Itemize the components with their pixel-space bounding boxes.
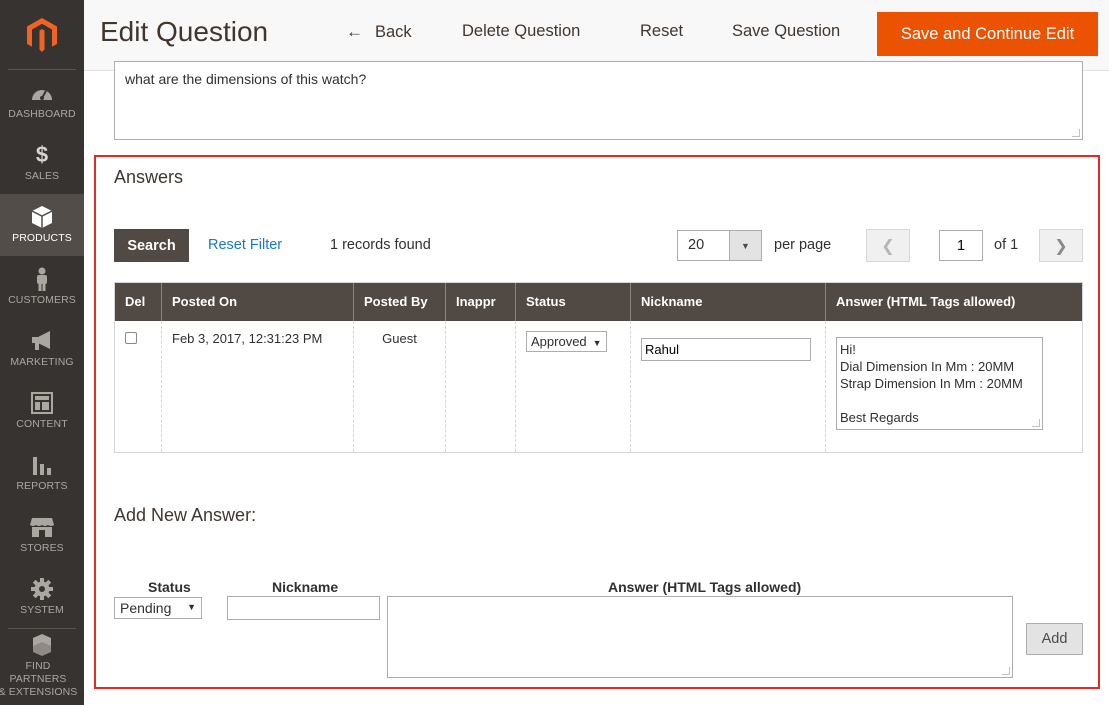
save-question-button[interactable]: Save Question — [732, 22, 840, 41]
new-status-value: Pending — [120, 600, 172, 616]
column-header-answer[interactable]: Answer (HTML Tags allowed) — [826, 283, 1082, 321]
cell-posted-on: Feb 3, 2017, 12:31:23 PM — [162, 321, 354, 452]
nickname-input[interactable] — [641, 338, 811, 361]
sidebar-item-label: MARKETING — [10, 355, 74, 368]
new-answer-textarea[interactable] — [387, 596, 1013, 678]
column-header-posted-by[interactable]: Posted By — [354, 283, 446, 321]
sidebar-item-content[interactable]: CONTENT — [0, 380, 84, 442]
resize-handle-icon[interactable] — [1072, 129, 1080, 137]
sidebar-item-label: CONTENT — [16, 417, 68, 430]
sidebar-item-label: CUSTOMERS — [8, 293, 76, 306]
magento-logo[interactable] — [8, 0, 76, 70]
partners-line2: & EXTENSIONS — [0, 686, 78, 698]
blocks-icon — [31, 634, 53, 656]
caret-down-icon: ▼ — [187, 602, 196, 612]
answers-grid: Del Posted On Posted By Inappr Status Ni… — [114, 282, 1083, 453]
sidebar-item-stores[interactable]: STORES — [0, 504, 84, 566]
caret-down-icon[interactable]: ▼ — [729, 231, 761, 260]
new-answer-label: Answer (HTML Tags allowed) — [608, 579, 802, 595]
chevron-left-icon: ❮ — [881, 237, 895, 255]
sidebar-item-marketing[interactable]: MARKETING — [0, 318, 84, 380]
partners-line1: FIND PARTNERS — [9, 660, 67, 685]
cell-nickname — [631, 321, 826, 452]
new-nickname-input[interactable] — [227, 596, 380, 620]
sidebar-item-partners[interactable]: FIND PARTNERS & EXTENSIONS — [0, 628, 77, 704]
search-button[interactable]: Search — [114, 229, 189, 262]
add-new-answer-title: Add New Answer: — [114, 505, 257, 525]
per-page-value: 20 — [688, 237, 705, 253]
dollar-icon: $ — [35, 141, 49, 167]
reset-filter-link[interactable]: Reset Filter — [208, 237, 282, 253]
gauge-icon — [30, 82, 54, 104]
page-title: Edit Question — [100, 16, 269, 47]
box-icon — [32, 205, 52, 228]
per-page-label: per page — [774, 237, 832, 253]
layout-icon — [31, 391, 53, 414]
sidebar-item-sales[interactable]: $ SALES — [0, 132, 84, 194]
cell-inappr — [446, 321, 516, 452]
cell-posted-by: Guest — [354, 321, 446, 452]
sidebar-item-label: SYSTEM — [20, 603, 64, 616]
person-icon — [35, 267, 49, 291]
reset-button[interactable]: Reset — [640, 22, 683, 41]
storefront-icon — [30, 516, 54, 538]
sidebar-item-label: DASHBOARD — [8, 107, 76, 120]
question-textarea[interactable]: what are the dimensions of this watch? — [114, 61, 1083, 140]
sidebar-item-reports[interactable]: REPORTS — [0, 442, 84, 504]
sidebar-item-label: STORES — [20, 541, 64, 554]
page-number-input[interactable] — [939, 230, 983, 261]
sidebar-item-products[interactable]: PRODUCTS — [0, 194, 84, 256]
answer-textarea[interactable]: Hi! Dial Dimension In Mm : 20MM Strap Di… — [836, 337, 1043, 430]
status-select[interactable]: Approved ▼ — [526, 331, 607, 352]
column-header-del[interactable]: Del — [115, 283, 162, 321]
table-row: Feb 3, 2017, 12:31:23 PM Guest Approved ▼… — [115, 321, 1082, 452]
grid-header-row: Del Posted On Posted By Inappr Status Ni… — [115, 283, 1082, 321]
resize-handle-icon[interactable] — [1002, 667, 1010, 675]
delete-checkbox[interactable] — [125, 332, 137, 344]
answer-text: Hi! Dial Dimension In Mm : 20MM Strap Di… — [840, 342, 1023, 425]
new-nickname-label: Nickname — [272, 579, 339, 595]
column-header-posted-on[interactable]: Posted On — [162, 283, 354, 321]
cell-status: Approved ▼ — [516, 321, 631, 452]
main-content: what are the dimensions of this watch? A… — [84, 61, 1109, 705]
sidebar-item-label: SALES — [24, 169, 60, 182]
sidebar-partners-label: FIND PARTNERS & EXTENSIONS — [0, 660, 80, 699]
status-select-value: Approved — [531, 334, 587, 349]
column-header-nickname[interactable]: Nickname — [631, 283, 826, 321]
add-answer-button[interactable]: Add — [1026, 623, 1083, 655]
per-page-select[interactable]: 20 ▼ — [677, 230, 762, 261]
next-page-button[interactable]: ❯ — [1039, 229, 1083, 262]
column-header-inappr[interactable]: Inappr — [446, 283, 516, 321]
save-and-continue-button[interactable]: Save and Continue Edit — [877, 12, 1098, 56]
new-status-label: Status — [148, 579, 191, 595]
gear-icon — [31, 577, 53, 600]
megaphone-icon — [30, 330, 54, 352]
sidebar-item-label: PRODUCTS — [12, 231, 72, 244]
cell-del — [115, 321, 162, 452]
previous-page-button[interactable]: ❮ — [866, 229, 910, 262]
question-text: what are the dimensions of this watch? — [125, 71, 367, 87]
records-count: 1 records found — [330, 237, 431, 253]
cell-answer: Hi! Dial Dimension In Mm : 20MM Strap Di… — [826, 321, 1082, 452]
back-button[interactable]: ← Back — [346, 22, 412, 42]
sidebar-item-customers[interactable]: CUSTOMERS — [0, 256, 84, 318]
delete-question-button[interactable]: Delete Question — [462, 22, 580, 41]
resize-handle-icon[interactable] — [1032, 419, 1040, 427]
caret-down-icon: ▼ — [592, 338, 602, 348]
chevron-right-icon: ❯ — [1054, 237, 1068, 255]
arrow-left-icon: ← — [346, 22, 363, 41]
back-button-label: Back — [375, 22, 412, 41]
magento-logo-icon — [27, 17, 57, 52]
sidebar-item-system[interactable]: SYSTEM — [0, 566, 84, 628]
column-header-status[interactable]: Status — [516, 283, 631, 321]
sidebar-item-dashboard[interactable]: DASHBOARD — [0, 70, 84, 132]
sidebar-item-label: REPORTS — [16, 479, 68, 492]
new-status-select[interactable]: Pending ▼ — [114, 597, 202, 619]
total-pages-label: of 1 — [994, 237, 1019, 253]
bar-chart-icon — [32, 454, 52, 476]
admin-sidebar: DASHBOARD $ SALES PRODUCTS CUSTOMERS MAR… — [0, 0, 84, 705]
answers-section-title: Answers — [114, 167, 184, 187]
